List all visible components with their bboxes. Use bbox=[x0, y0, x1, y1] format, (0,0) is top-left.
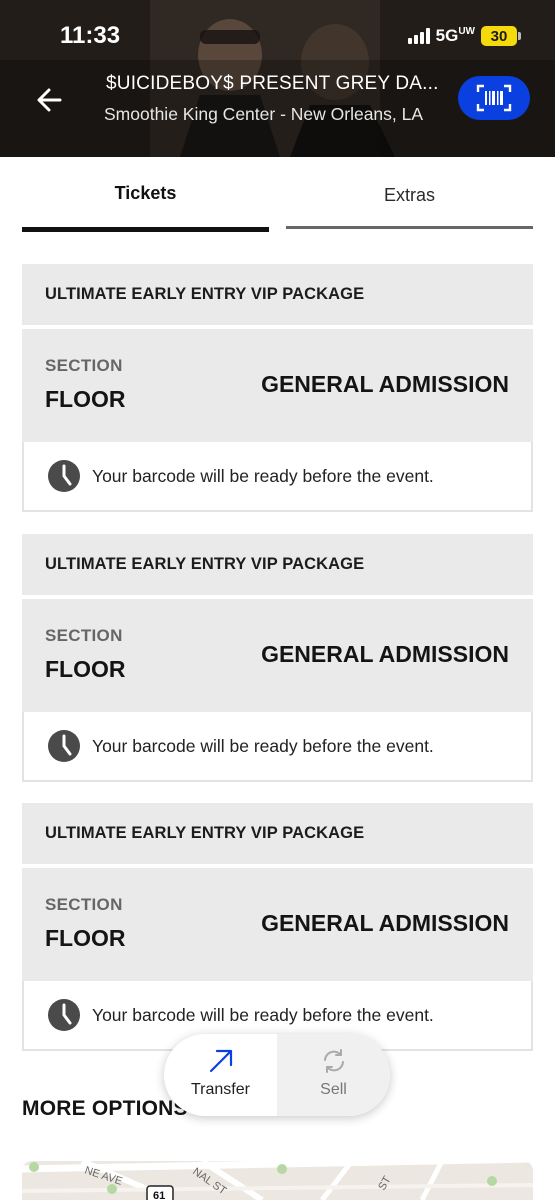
section-label: SECTION bbox=[45, 895, 123, 914]
ticket-seat-info: SECTION FLOOR GENERAL ADMISSION bbox=[22, 599, 533, 712]
ticket-card[interactable]: ULTIMATE EARLY ENTRY VIP PACKAGE SECTION… bbox=[22, 803, 533, 1051]
event-title: $UICIDEBOY$ PRESENT GREY DA... bbox=[106, 73, 439, 94]
ticket-actions: Transfer Sell bbox=[164, 1034, 390, 1116]
transfer-arrow-icon bbox=[209, 1049, 232, 1073]
barcode-status-text: Your barcode will be ready before the ev… bbox=[92, 735, 434, 756]
clock-icon bbox=[48, 460, 80, 492]
barcode-scan-icon bbox=[476, 84, 512, 112]
section-value: FLOOR bbox=[45, 656, 126, 682]
back-button[interactable] bbox=[30, 80, 70, 120]
barcode-status-text: Your barcode will be ready before the ev… bbox=[92, 1004, 434, 1025]
ticket-package-name: ULTIMATE EARLY ENTRY VIP PACKAGE bbox=[22, 803, 533, 864]
clock-icon bbox=[48, 999, 80, 1031]
barcode-status-text: Your barcode will be ready before the ev… bbox=[92, 465, 434, 486]
barcode-status: Your barcode will be ready before the ev… bbox=[22, 712, 533, 782]
ticket-card[interactable]: ULTIMATE EARLY ENTRY VIP PACKAGE SECTION… bbox=[22, 264, 533, 512]
battery-icon: 30 bbox=[481, 26, 521, 46]
admission-type: GENERAL ADMISSION bbox=[261, 371, 509, 397]
section-value: FLOOR bbox=[45, 386, 126, 412]
status-time: 11:33 bbox=[60, 22, 121, 49]
more-options-heading: MORE OPTIONS bbox=[22, 1097, 188, 1120]
map-graphic: NE AVE NAL ST 61 ST bbox=[22, 1161, 533, 1200]
ticket-tabs: Tickets Extras bbox=[22, 166, 533, 232]
venue-map[interactable]: NE AVE NAL ST 61 ST bbox=[22, 1161, 533, 1200]
clock-icon bbox=[48, 730, 80, 762]
arrow-left-icon bbox=[37, 88, 62, 112]
event-header: 11:33 5GUW 30 $UICIDEBOY$ PRESENT GREY D… bbox=[0, 0, 555, 157]
admission-type: GENERAL ADMISSION bbox=[261, 641, 509, 667]
ticket-seat-info: SECTION FLOOR GENERAL ADMISSION bbox=[22, 329, 533, 442]
transfer-button[interactable]: Transfer bbox=[164, 1034, 277, 1116]
tab-tickets-label: Tickets bbox=[114, 183, 177, 203]
map-route-label: 61 bbox=[153, 1190, 165, 1200]
sell-refresh-icon bbox=[323, 1049, 344, 1073]
event-venue: Smoothie King Center - New Orleans, LA bbox=[104, 104, 424, 124]
admission-type: GENERAL ADMISSION bbox=[261, 910, 509, 936]
barcode-scan-button[interactable] bbox=[458, 76, 530, 120]
section-label: SECTION bbox=[45, 356, 123, 375]
network-type: 5GUW bbox=[435, 26, 475, 45]
tab-extras[interactable]: Extras bbox=[286, 166, 533, 232]
ticket-package-name: ULTIMATE EARLY ENTRY VIP PACKAGE bbox=[22, 534, 533, 595]
status-indicators: 5GUW 30 bbox=[407, 26, 521, 46]
tab-active-indicator bbox=[22, 227, 269, 232]
ticket-card[interactable]: ULTIMATE EARLY ENTRY VIP PACKAGE SECTION… bbox=[22, 534, 533, 782]
tab-tickets[interactable]: Tickets bbox=[22, 166, 269, 232]
transfer-label: Transfer bbox=[191, 1081, 250, 1098]
ticket-seat-info: SECTION FLOOR GENERAL ADMISSION bbox=[22, 868, 533, 981]
sell-label: Sell bbox=[320, 1081, 347, 1098]
section-label: SECTION bbox=[45, 626, 123, 645]
ticket-package-name: ULTIMATE EARLY ENTRY VIP PACKAGE bbox=[22, 264, 533, 325]
sell-button[interactable]: Sell bbox=[277, 1034, 390, 1116]
tab-inactive-indicator bbox=[286, 226, 533, 229]
barcode-status: Your barcode will be ready before the ev… bbox=[22, 442, 533, 512]
section-value: FLOOR bbox=[45, 925, 126, 951]
cellular-signal-icon bbox=[407, 28, 430, 44]
tab-extras-label: Extras bbox=[383, 185, 435, 205]
